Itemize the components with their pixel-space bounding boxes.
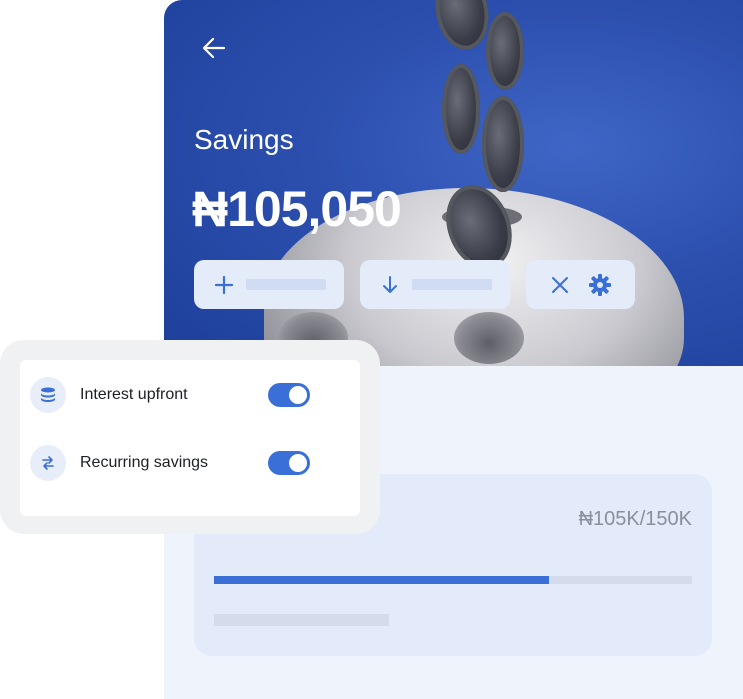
recurring-savings-toggle[interactable]: [268, 451, 310, 475]
toggle-knob: [289, 386, 307, 404]
goal-progress-text: ₦105K/150K: [578, 508, 692, 530]
coins-stack-icon: [30, 377, 66, 413]
setting-row-interest-upfront: Interest upfront: [30, 375, 310, 415]
goal-progress-fill: [214, 576, 549, 584]
repeat-icon: [30, 445, 66, 481]
setting-label: Recurring savings: [80, 454, 209, 471]
withdraw-button[interactable]: [360, 260, 510, 309]
close-settings-button[interactable]: [526, 260, 635, 309]
gear-icon[interactable]: [588, 273, 612, 297]
setting-label: Interest upfront: [80, 386, 188, 403]
goal-progress-bar: [214, 576, 692, 584]
balance-amount: ₦105,050: [192, 181, 402, 237]
goal-caption-placeholder: [214, 614, 389, 626]
coin-image: [486, 12, 524, 90]
back-arrow-icon[interactable]: [200, 34, 228, 62]
coin-image: [442, 64, 480, 154]
savings-header: Savings ₦105,050: [164, 0, 743, 366]
arrow-down-icon: [383, 275, 397, 293]
close-icon[interactable]: [550, 275, 570, 295]
coin-image: [429, 0, 495, 54]
settings-popup: Interest upfront Recurring savings: [20, 360, 360, 516]
add-money-button[interactable]: [194, 260, 344, 309]
page-title: Savings: [194, 124, 294, 155]
plus-icon: [214, 275, 234, 294]
interest-upfront-toggle[interactable]: [268, 383, 310, 407]
coin-image: [482, 96, 524, 192]
setting-row-recurring-savings: Recurring savings: [30, 443, 310, 483]
toggle-knob: [289, 454, 307, 472]
